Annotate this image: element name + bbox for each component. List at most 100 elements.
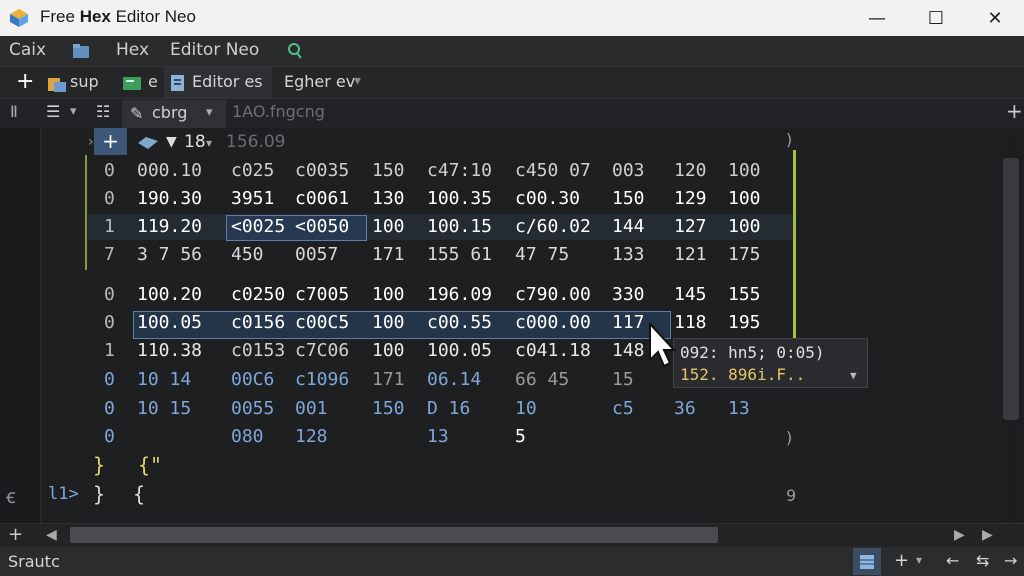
hex-cell[interactable]: 47 75 <box>515 244 569 265</box>
horizontal-scroll-thumb[interactable] <box>70 527 718 543</box>
hex-cell[interactable]: 0057 <box>295 244 338 265</box>
hex-cell[interactable]: c000.00 <box>515 312 591 333</box>
hex-cell[interactable]: 450 <box>231 244 264 265</box>
hex-cell[interactable]: <0050 <box>295 216 349 237</box>
hex-cell[interactable]: 171 <box>372 244 405 265</box>
hex-cell[interactable]: c790.00 <box>515 284 591 305</box>
hex-cell[interactable]: c5 <box>612 398 634 419</box>
hex-cell[interactable]: 129 <box>674 188 707 209</box>
hex-row[interactable]: 1 119.20 <0025 <0050 100 100.15 c/60.02 144 127 1… <box>100 214 790 242</box>
menu-item-editor[interactable]: Editor Neo <box>170 40 259 60</box>
minimize-button[interactable]: — <box>848 0 906 36</box>
chevron-down-icon[interactable]: ▾ <box>354 73 361 89</box>
hex-cell[interactable]: c450 07 <box>515 160 591 181</box>
paste-icon[interactable] <box>46 75 68 93</box>
list-icon[interactable]: ☰ <box>46 102 60 121</box>
scroll-end-icon[interactable]: ▶ <box>982 527 993 543</box>
hex-cell[interactable]: 118 <box>674 312 707 333</box>
hex-cell[interactable]: 100 <box>728 160 761 181</box>
hex-row[interactable]: 0 100.20 c0250 c7005 100 196.09 c790.00 330 145 1… <box>100 282 790 310</box>
text-cursor-icon[interactable]: Ⅱ <box>10 102 18 121</box>
hex-cell[interactable]: 000.10 <box>137 160 202 181</box>
hex-cell[interactable]: 190.30 <box>137 188 202 209</box>
hex-cell[interactable]: 148 <box>612 340 645 361</box>
add-button[interactable]: + <box>16 69 34 94</box>
hex-cell[interactable]: c00.55 <box>427 312 492 333</box>
hex-cell[interactable]: c0250 <box>231 284 285 305</box>
toolbar-item-e[interactable]: e <box>148 72 158 91</box>
hex-cell[interactable]: 330 <box>612 284 645 305</box>
vertical-scroll-thumb[interactable] <box>1003 158 1019 420</box>
hex-cell[interactable]: 06.14 <box>427 369 481 390</box>
hex-cell[interactable]: 10 <box>515 398 537 419</box>
scroll-left-icon[interactable]: ◀ <box>46 527 57 543</box>
hex-cell[interactable]: 175 <box>728 244 761 265</box>
back-arrow-icon[interactable]: ← <box>946 551 959 570</box>
close-button[interactable]: ✕ <box>966 0 1024 36</box>
list-dropdown-chevron-icon[interactable]: ▾ <box>70 104 77 119</box>
forward-arrow-icon[interactable]: → <box>1004 551 1017 570</box>
hex-row[interactable]: 0 190.30 3951 c0061 130 100.35 c00.30 150 129 100 <box>100 186 790 214</box>
add-tab-button[interactable]: + <box>8 524 23 545</box>
column-width-chevron-icon[interactable]: ▾ <box>206 136 212 150</box>
hex-cell[interactable]: 196.09 <box>427 284 492 305</box>
editor-tab[interactable]: Editor es <box>164 67 272 98</box>
hex-cell[interactable]: 100 <box>728 188 761 209</box>
hex-cell[interactable]: 144 <box>612 216 645 237</box>
hex-cell[interactable]: c025 <box>231 160 274 181</box>
column-width[interactable]: 18 <box>184 132 206 152</box>
hex-row[interactable]: 0 000.10 c025 c0035 150 c47:10 c450 07 003 120 10… <box>100 158 790 186</box>
hex-cell[interactable]: 130 <box>372 188 405 209</box>
hex-cell[interactable]: 100.20 <box>137 284 202 305</box>
hex-cell[interactable]: 120 <box>674 160 707 181</box>
zoom-in-button[interactable]: + <box>894 550 909 571</box>
terminal-icon[interactable] <box>122 75 144 93</box>
hex-cell[interactable]: 150 <box>612 188 645 209</box>
hex-cell[interactable]: 100.05 <box>137 312 202 333</box>
tooltip-chevron-icon[interactable]: ▼ <box>850 369 857 382</box>
hex-row[interactable]: 0 080 128 13 5 <box>100 424 790 452</box>
hex-cell[interactable]: 100 <box>372 216 405 237</box>
hex-cell[interactable]: 150 <box>372 160 405 181</box>
encoding-select[interactable]: ✎ cbrg ▾ <box>122 100 226 128</box>
folder-icon[interactable] <box>72 43 90 59</box>
hex-cell[interactable]: c0156 <box>231 312 285 333</box>
hex-cell[interactable]: c7005 <box>295 284 349 305</box>
hex-cell[interactable]: c1096 <box>295 369 349 390</box>
hex-cell[interactable]: c7C06 <box>295 340 349 361</box>
hex-cell[interactable]: 133 <box>612 244 645 265</box>
hex-cell[interactable]: 121 <box>674 244 707 265</box>
hex-cell[interactable]: 080 <box>231 426 264 447</box>
hex-cell[interactable]: c0153 <box>231 340 285 361</box>
hex-cell[interactable]: 13 <box>427 426 449 447</box>
hex-cell[interactable]: 100.35 <box>427 188 492 209</box>
hex-cell[interactable]: 119.20 <box>137 216 202 237</box>
hex-cell[interactable]: 66 45 <box>515 369 569 390</box>
hex-cell[interactable]: 110.38 <box>137 340 202 361</box>
hex-cell[interactable]: D 16 <box>427 398 470 419</box>
hex-cell[interactable]: 195 <box>728 312 761 333</box>
width-chevron-icon[interactable]: ▼ <box>166 134 177 150</box>
hex-cell[interactable]: 00C6 <box>231 369 274 390</box>
hex-cell[interactable]: 145 <box>674 284 707 305</box>
hex-cell[interactable]: 10 14 <box>137 369 191 390</box>
hex-cell[interactable]: 100 <box>372 340 405 361</box>
hex-cell[interactable]: c47:10 <box>427 160 492 181</box>
hex-cell[interactable]: 36 <box>674 398 696 419</box>
hex-cell[interactable]: 127 <box>674 216 707 237</box>
scroll-right-icon[interactable]: ▶ <box>954 527 965 543</box>
collapse-arrow-icon[interactable]: › <box>88 134 94 150</box>
hex-cell[interactable]: 5 <box>515 426 526 447</box>
hex-cell[interactable]: c00C5 <box>295 312 349 333</box>
hex-cell[interactable]: c00.30 <box>515 188 580 209</box>
indent-icon[interactable]: ☷ <box>96 102 110 121</box>
hex-cell[interactable]: c0061 <box>295 188 349 209</box>
hex-cell[interactable]: 100.15 <box>427 216 492 237</box>
hex-cell[interactable]: 150 <box>372 398 405 419</box>
hex-cell[interactable]: 3 7 56 <box>137 244 202 265</box>
bookmark-icon[interactable] <box>136 133 160 151</box>
toolbar-item-sup[interactable]: sup <box>70 72 99 91</box>
hex-row[interactable]: 7 3 7 56 450 0057 171 155 61 47 75 133 121 175 <box>100 242 790 270</box>
view-toggle[interactable] <box>853 548 881 575</box>
hex-cell[interactable]: 10 15 <box>137 398 191 419</box>
